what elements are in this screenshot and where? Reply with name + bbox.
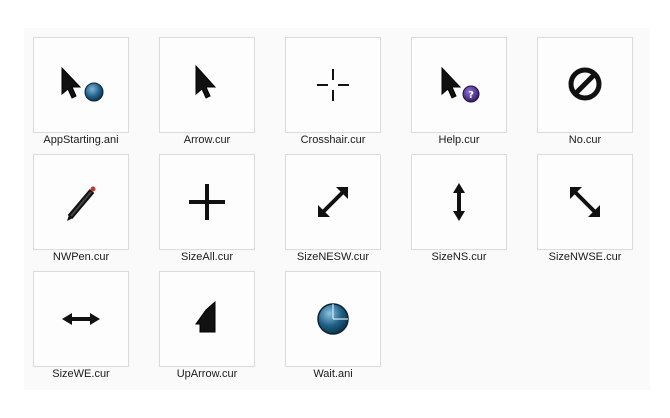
file-item[interactable]: SizeNS.cur: [402, 145, 524, 263]
file-item[interactable]: Arrow.cur: [150, 28, 272, 146]
file-browser-pane: AppStarting.ani Arrow.cur Crosshair.cur …: [0, 0, 670, 418]
file-name: Wait.ani: [313, 368, 353, 380]
wait-cursor-icon: [317, 303, 349, 335]
size-nesw-cursor-icon: [318, 187, 348, 217]
file-item[interactable]: SizeAll.cur: [150, 145, 272, 263]
size-ns-cursor-icon: [453, 183, 465, 221]
app-starting-cursor-icon: [61, 66, 104, 102]
pen-cursor-icon: [67, 186, 96, 221]
arrow-cursor-icon: [195, 64, 217, 99]
thumbnail[interactable]: [285, 37, 381, 133]
thumbnail[interactable]: [159, 154, 255, 250]
file-name: SizeNS.cur: [431, 251, 487, 263]
file-name: SizeNWSE.cur: [548, 251, 622, 263]
help-cursor-icon: ?: [441, 66, 480, 103]
thumbnail[interactable]: [537, 154, 633, 250]
size-nwse-cursor-icon: [570, 187, 600, 217]
size-we-cursor-icon: [62, 313, 100, 325]
no-cursor-icon: [568, 67, 602, 101]
crosshair-cursor-icon: [317, 69, 349, 101]
file-item[interactable]: Wait.ani: [276, 262, 398, 380]
file-item[interactable]: No.cur: [528, 28, 650, 146]
size-all-cursor-icon: [189, 184, 225, 220]
thumbnail[interactable]: [33, 154, 129, 250]
thumbnail[interactable]: [159, 271, 255, 367]
thumbnail[interactable]: [285, 154, 381, 250]
file-name: SizeWE.cur: [52, 368, 110, 380]
file-item[interactable]: ? Help.cur: [402, 28, 524, 146]
file-item[interactable]: UpArrow.cur: [150, 262, 272, 380]
thumbnail[interactable]: [159, 37, 255, 133]
thumbnail[interactable]: [285, 271, 381, 367]
thumbnail[interactable]: ?: [411, 37, 507, 133]
file-item[interactable]: Crosshair.cur: [276, 28, 398, 146]
thumbnail[interactable]: [33, 37, 129, 133]
file-item[interactable]: SizeNESW.cur: [276, 145, 398, 263]
icon-grid: AppStarting.ani Arrow.cur Crosshair.cur …: [24, 28, 650, 390]
file-item[interactable]: SizeWE.cur: [24, 262, 146, 380]
thumbnail[interactable]: [411, 154, 507, 250]
file-item[interactable]: AppStarting.ani: [24, 28, 146, 146]
thumbnail[interactable]: [537, 37, 633, 133]
file-item[interactable]: NWPen.cur: [24, 145, 146, 263]
file-name: UpArrow.cur: [176, 368, 238, 380]
up-arrow-cursor-icon: [195, 300, 216, 333]
file-item[interactable]: SizeNWSE.cur: [528, 145, 650, 263]
thumbnail[interactable]: [33, 271, 129, 367]
svg-text:?: ?: [468, 90, 474, 101]
